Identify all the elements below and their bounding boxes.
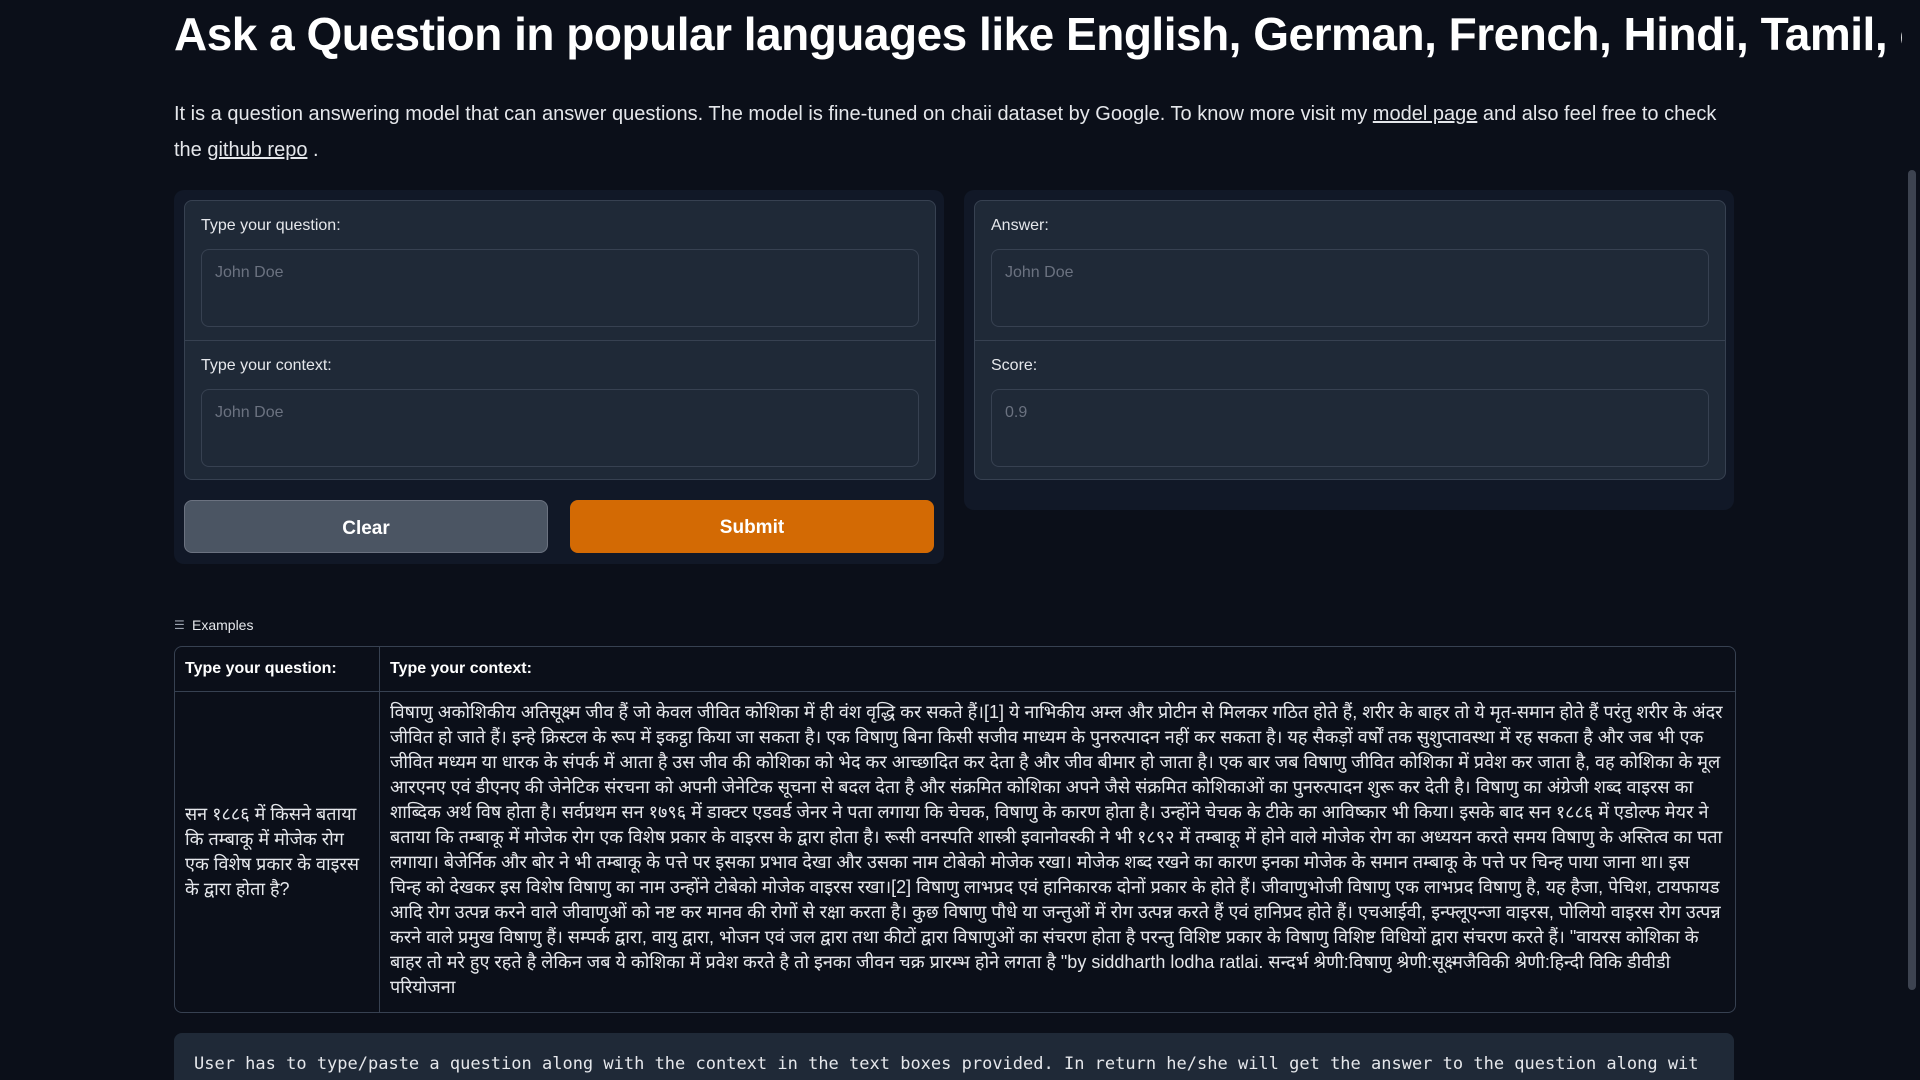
output-form: Answer: Score: [974, 200, 1726, 480]
column-header-context: Type your context: [390, 660, 532, 677]
context-field: Type your context: [185, 340, 935, 479]
score-output[interactable] [991, 389, 1709, 467]
example-question: सन १८८६ में किसने बताया कि तम्बाकू में म… [175, 692, 380, 1012]
usage-notes: User has to type/paste a question along … [174, 1033, 1734, 1080]
column-header-question: Type your question: [175, 647, 380, 691]
scrollbar-thumb[interactable] [1908, 170, 1916, 990]
page-scrollbar[interactable] [1902, 0, 1920, 1080]
example-context: विषाणु अकोशिकीय अतिसूक्ष्म जीव हैं जो के… [390, 702, 1723, 997]
description-text-start: It is a question answering model that ca… [174, 103, 1373, 125]
examples-table-header: Type your question: Type your context: [175, 647, 1735, 692]
answer-label: Answer: [991, 217, 1049, 234]
context-input[interactable] [201, 389, 919, 467]
answer-output[interactable] [991, 249, 1709, 327]
clear-button[interactable]: Clear [184, 500, 548, 553]
score-field: Score: [975, 340, 1725, 479]
app-page: Ask a Question in popular languages like… [0, 0, 1920, 1080]
examples-header: ☰ Examples [174, 614, 1734, 636]
io-row: Type your question: Type your context: C… [174, 190, 1734, 564]
input-panel: Type your question: Type your context: C… [174, 190, 944, 564]
description-text-end: . [307, 139, 319, 161]
model-page-link[interactable]: model page [1373, 103, 1478, 125]
page-title: Ask a Question in popular languages like… [174, 8, 1920, 60]
score-label: Score: [991, 357, 1038, 374]
examples-table: Type your question: Type your context: स… [174, 646, 1736, 1013]
page-description: It is a question answering model that ca… [174, 96, 1734, 168]
input-form: Type your question: Type your context: [184, 200, 936, 480]
github-repo-link[interactable]: github repo [207, 139, 307, 161]
answer-field: Answer: [975, 201, 1725, 340]
question-field: Type your question: [185, 201, 935, 340]
example-row[interactable]: सन १८८६ में किसने बताया कि तम्बाकू में म… [175, 692, 1735, 1012]
submit-button[interactable]: Submit [570, 500, 934, 553]
question-label: Type your question: [201, 217, 341, 234]
context-label: Type your context: [201, 357, 332, 374]
list-icon: ☰ [174, 618, 185, 632]
question-input[interactable] [201, 249, 919, 327]
main-container: Ask a Question in popular languages like… [174, 0, 1920, 1080]
examples-title: Examples [192, 617, 254, 633]
output-panel: Answer: Score: [964, 190, 1734, 510]
